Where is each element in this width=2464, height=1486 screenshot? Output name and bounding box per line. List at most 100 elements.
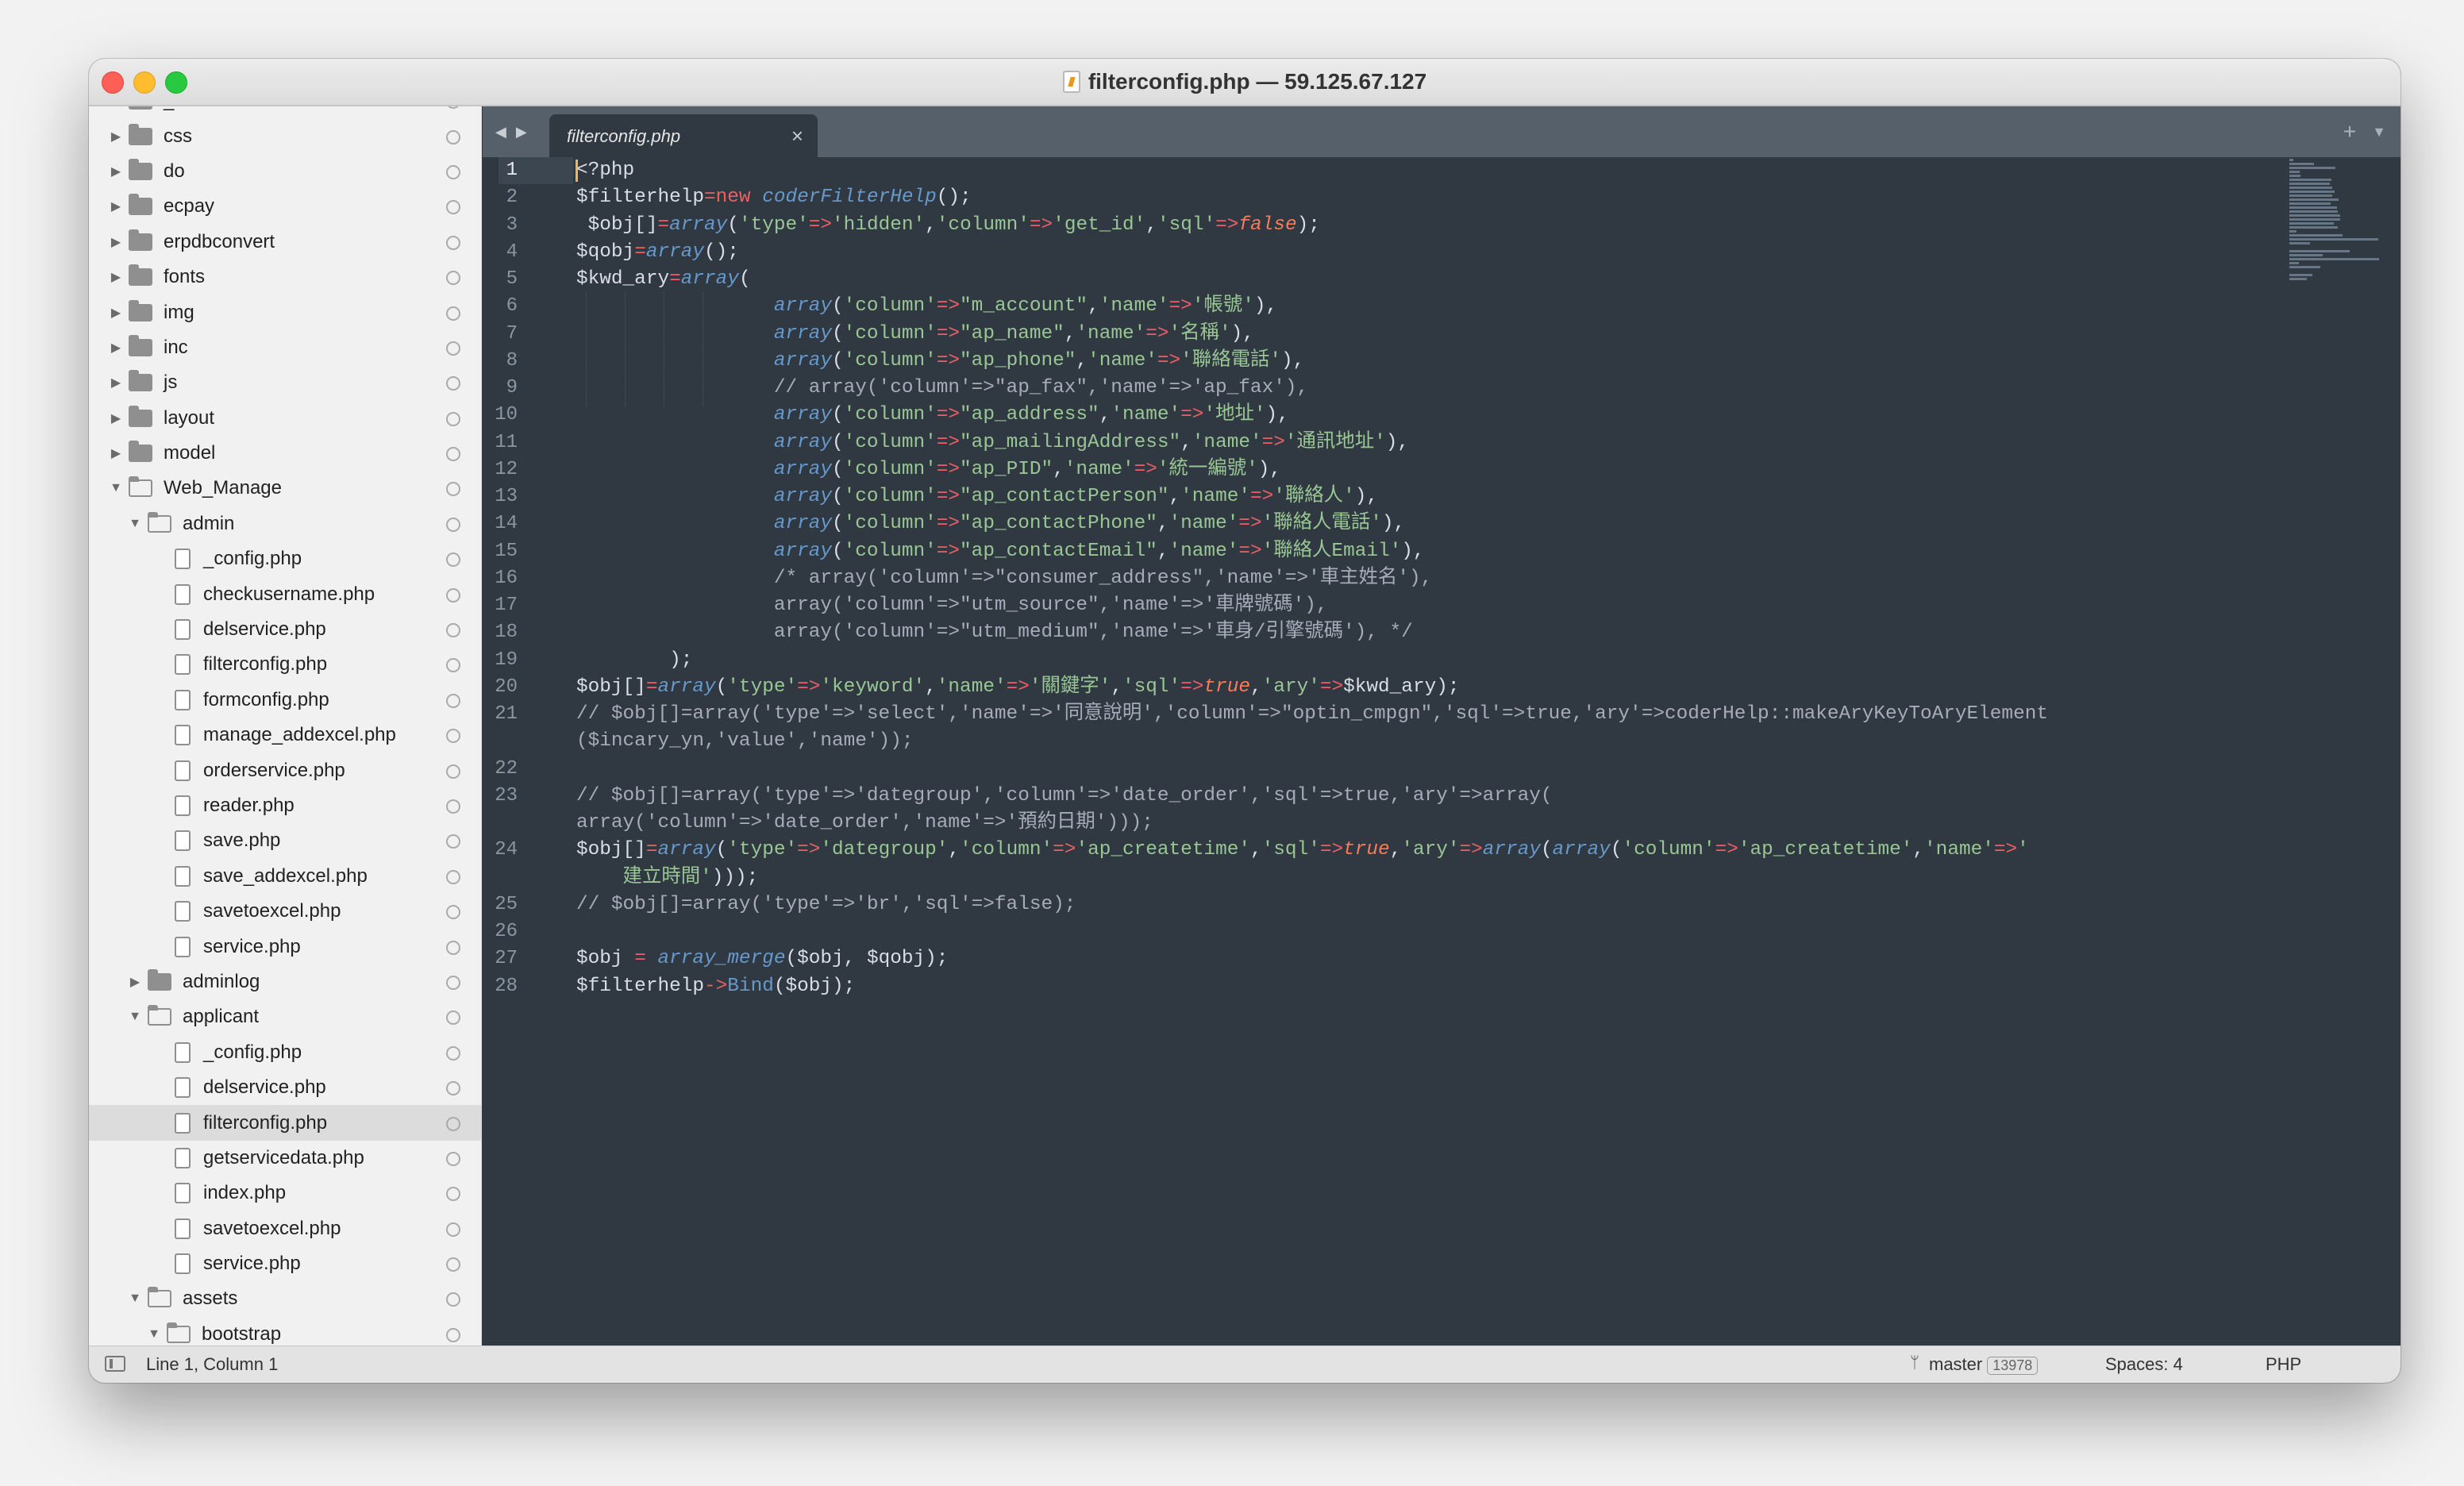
sidebar-folder[interactable]: ▶ css <box>89 118 481 153</box>
sidebar-folder[interactable]: ▶ model <box>89 436 481 471</box>
code-line[interactable]: // $obj[]=array('type'=>'select','name'=… <box>576 701 2048 728</box>
code-line[interactable]: 建立時間'))); <box>576 864 2048 891</box>
sidebar-file[interactable]: savetoexcel.php <box>89 1211 481 1246</box>
sidebar-folder[interactable]: ▶ layout <box>89 401 481 436</box>
disclosure-closed-icon[interactable]: ▶ <box>108 129 124 144</box>
sidebar-folder[interactable]: ▶ img <box>89 295 481 329</box>
code-line[interactable]: <?php <box>576 157 2048 184</box>
code-line[interactable]: $qobj=array(); <box>576 239 2048 266</box>
code-line[interactable]: $obj = array_merge($obj, $qobj); <box>576 945 2048 972</box>
disclosure-open-icon[interactable]: ▼ <box>127 1010 143 1024</box>
sidebar-folder[interactable]: ▼ assets <box>89 1281 481 1316</box>
sidebar-file[interactable]: filterconfig.php <box>89 647 481 682</box>
disclosure-closed-icon[interactable]: ▶ <box>108 164 124 179</box>
disclosure-open-icon[interactable]: ▼ <box>108 481 124 495</box>
disclosure-closed-icon[interactable]: ▶ <box>108 445 124 461</box>
disclosure-closed-icon[interactable]: ▶ <box>108 410 124 426</box>
sidebar-file[interactable]: formconfig.php <box>89 683 481 718</box>
cursor-position[interactable]: Line 1, Column 1 <box>146 1354 278 1375</box>
new-tab-plus-icon[interactable]: + <box>2343 119 2356 144</box>
sidebar-file[interactable]: delservice.php <box>89 612 481 647</box>
sidebar-file[interactable]: filterconfig.php <box>89 1105 481 1141</box>
code-text[interactable]: <?php $filterhelp=new coderFilterHelp(); … <box>576 157 2048 1000</box>
disclosure-closed-icon[interactable]: ▶ <box>108 340 124 356</box>
code-line[interactable]: array('column'=>"ap_name",'name'=>'名稱'), <box>576 321 2048 348</box>
sidebar-file[interactable]: savetoexcel.php <box>89 894 481 929</box>
code-line[interactable]: array('column'=>"ap_address",'name'=>'地址… <box>576 402 2048 429</box>
sidebar-file[interactable]: _config.php <box>89 1035 481 1070</box>
code-line[interactable]: ($incary_yn,'value','name')); <box>576 728 2048 755</box>
sidebar-file[interactable]: delservice.php <box>89 1070 481 1105</box>
code-line[interactable]: array('column'=>"ap_phone",'name'=>'聯絡電話… <box>576 348 2048 375</box>
sidebar-folder[interactable]: ▶ fonts <box>89 260 481 295</box>
sidebar-file[interactable]: checkusername.php <box>89 576 481 611</box>
code-line[interactable]: array('column'=>"ap_PID",'name'=>'統一編號')… <box>576 456 2048 483</box>
code-line[interactable]: $filterhelp=new coderFilterHelp(); <box>576 184 2048 211</box>
syntax-selector[interactable]: PHP <box>2266 1354 2301 1375</box>
disclosure-open-icon[interactable]: ▼ <box>127 517 143 531</box>
code-line[interactable]: array('column'=>"utm_source",'name'=>'車牌… <box>576 592 2048 619</box>
disclosure-open-icon[interactable]: ▼ <box>146 1327 162 1342</box>
sidebar-folder[interactable]: ▶ adminlog <box>89 964 481 999</box>
tab-list-dropdown-icon[interactable]: ▼ <box>2372 124 2386 141</box>
sidebar-folder[interactable]: ▶ inc <box>89 330 481 365</box>
sidebar-file[interactable]: manage_addexcel.php <box>89 718 481 753</box>
sidebar-folder[interactable]: ▼ Web_Manage <box>89 471 481 506</box>
code-line[interactable]: // array('column'=>"ap_fax",'name'=>'ap_… <box>576 375 2048 402</box>
code-line[interactable]: array('column'=>"m_account",'name'=>'帳號'… <box>576 293 2048 320</box>
code-line[interactable]: ); <box>576 647 2048 674</box>
code-line[interactable]: array('column'=>"ap_contactEmail",'name'… <box>576 538 2048 565</box>
disclosure-closed-icon[interactable]: ▶ <box>108 234 124 250</box>
tab-back-arrow-icon[interactable]: ◀ <box>495 124 506 141</box>
code-token: ( <box>832 295 844 318</box>
sidebar-file[interactable]: save_addexcel.php <box>89 859 481 894</box>
disclosure-closed-icon[interactable]: ▶ <box>108 106 124 109</box>
disclosure-open-icon[interactable]: ▼ <box>127 1292 143 1306</box>
disclosure-closed-icon[interactable]: ▶ <box>108 305 124 321</box>
sidebar-folder[interactable]: ▼ admin <box>89 506 481 541</box>
code-line[interactable]: array('column'=>'date_order','name'=>'預約… <box>576 810 2048 837</box>
code-line[interactable]: $kwd_ary=array( <box>576 266 2048 293</box>
disclosure-closed-icon[interactable]: ▶ <box>108 269 124 285</box>
sidebar-file[interactable]: reader.php <box>89 788 481 823</box>
sidebar-file[interactable]: _config.php <box>89 541 481 576</box>
code-line[interactable] <box>576 918 2048 945</box>
sidebar-folder[interactable]: ▶ js <box>89 365 481 400</box>
tab-forward-arrow-icon[interactable]: ▶ <box>516 124 527 141</box>
disclosure-closed-icon[interactable]: ▶ <box>127 974 143 990</box>
sidebar-file[interactable]: index.php <box>89 1176 481 1211</box>
toggle-sidebar-icon[interactable] <box>105 1356 125 1372</box>
sidebar-folder[interactable]: ▶ ecpay <box>89 189 481 224</box>
sidebar-folder[interactable]: ▶ erpdbconvert <box>89 225 481 260</box>
disclosure-closed-icon[interactable]: ▶ <box>108 375 124 391</box>
code-line[interactable]: $obj[]=array('type'=>'dategroup','column… <box>576 837 2048 864</box>
code-line[interactable]: // $obj[]=array('type'=>'dategroup','col… <box>576 783 2048 810</box>
sidebar-folder[interactable]: ▶ _sass <box>89 106 481 118</box>
code-line[interactable]: $filterhelp->Bind($obj); <box>576 973 2048 1000</box>
sidebar-file[interactable]: service.php <box>89 1246 481 1281</box>
disclosure-closed-icon[interactable]: ▶ <box>108 198 124 214</box>
sidebar-file[interactable]: getservicedata.php <box>89 1141 481 1176</box>
code-line[interactable]: /* array('column'=>"consumer_address",'n… <box>576 565 2048 592</box>
sidebar-file[interactable]: orderservice.php <box>89 753 481 787</box>
sidebar-folder[interactable]: ▼ applicant <box>89 999 481 1034</box>
code-line[interactable]: // $obj[]=array('type'=>'br','sql'=>fals… <box>576 891 2048 918</box>
code-line[interactable]: array('column'=>"ap_mailingAddress",'nam… <box>576 429 2048 456</box>
code-line[interactable]: $obj[]=array('type'=>'hidden','column'=>… <box>576 212 2048 239</box>
sidebar-file[interactable]: save.php <box>89 823 481 858</box>
code-line[interactable]: array('column'=>"ap_contactPerson",'name… <box>576 483 2048 510</box>
code-line[interactable]: array('column'=>"ap_contactPhone",'name'… <box>576 510 2048 537</box>
sidebar-file[interactable]: service.php <box>89 929 481 964</box>
tree-item-label: fonts <box>164 266 206 288</box>
tab-filterconfig[interactable]: filterconfig.php × <box>549 114 818 157</box>
git-branch-status[interactable]: master 13978 <box>1929 1354 2039 1375</box>
sidebar-folder[interactable]: ▶ do <box>89 154 481 189</box>
sidebar-folder[interactable]: ▼ bootstrap <box>89 1317 481 1346</box>
indentation-setting[interactable]: Spaces: 4 <box>2105 1354 2183 1375</box>
code-line[interactable] <box>576 756 2048 783</box>
minimap[interactable] <box>2289 159 2385 280</box>
tab-close-icon[interactable]: × <box>791 124 803 148</box>
code-line[interactable]: array('column'=>"utm_medium",'name'=>'車身… <box>576 619 2048 646</box>
code-editor[interactable]: 1 2 3 4 5 6 7 8 9 10 11 12 13 14 15 16 17 18 19 20 21 22 23 24 2… <box>483 157 2400 1346</box>
code-line[interactable]: $obj[]=array('type'=>'keyword','name'=>'… <box>576 674 2048 701</box>
